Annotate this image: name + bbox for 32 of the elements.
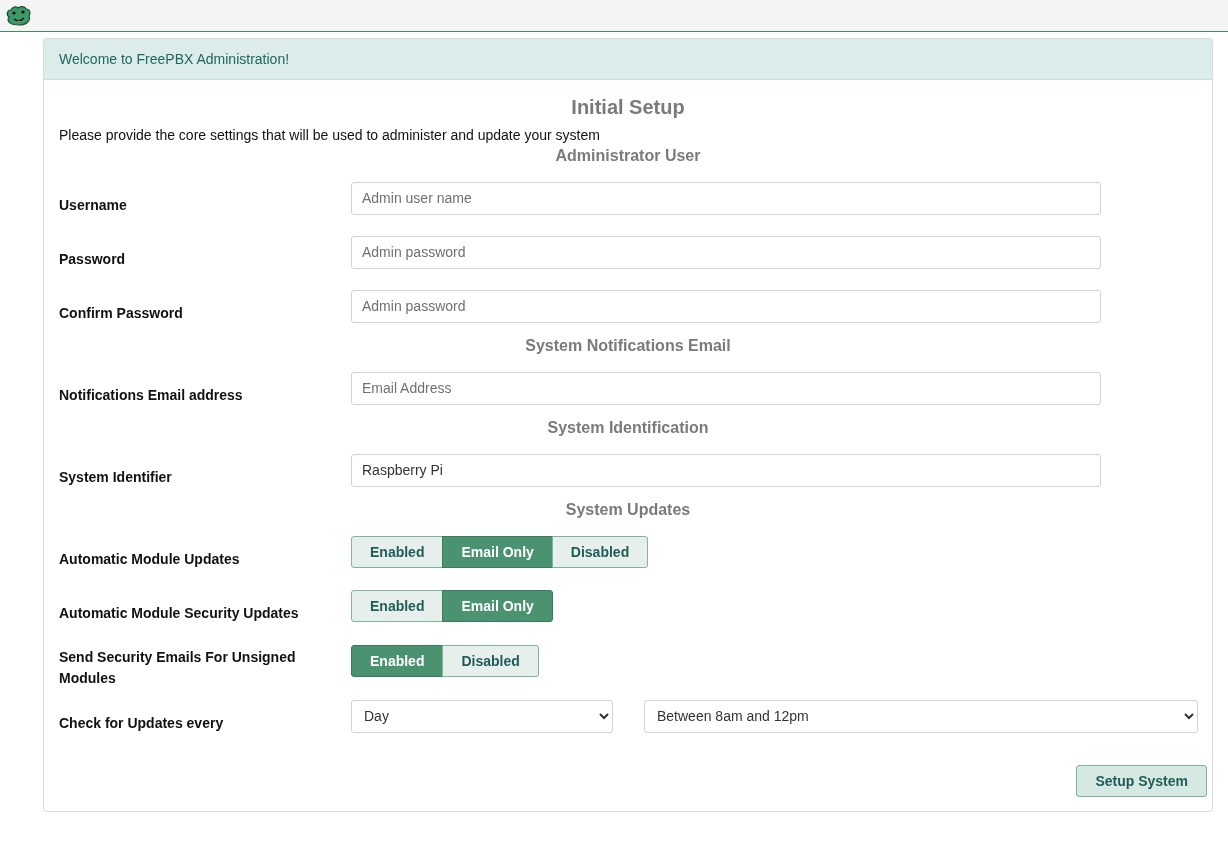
setup-system-button[interactable]: Setup System bbox=[1076, 765, 1207, 797]
field-label: System Identifier bbox=[59, 467, 173, 487]
section-heading: System Updates bbox=[564, 501, 692, 519]
field-label: Username bbox=[59, 195, 128, 215]
panel-header: Welcome to FreePBX Administration! bbox=[44, 39, 1212, 80]
input-field[interactable]: Admin password bbox=[351, 235, 1101, 269]
toggle-option[interactable]: Email Only bbox=[442, 536, 553, 568]
toggle-option[interactable]: Disabled bbox=[551, 536, 649, 568]
input-field[interactable]: Admin user name bbox=[351, 181, 1101, 215]
toggle-option[interactable]: Enabled bbox=[351, 590, 444, 622]
field-label: Automatic Module Security Updates bbox=[59, 603, 300, 623]
field-label: Send Security Emails For Unsigned Modules bbox=[59, 648, 297, 688]
toggle-option[interactable]: Enabled bbox=[351, 536, 444, 568]
field-label: Confirm Password bbox=[59, 303, 184, 323]
page-title: Initial Setup bbox=[570, 96, 686, 119]
toggle-option[interactable]: Disabled bbox=[442, 645, 539, 677]
field-label: Notifications Email address bbox=[59, 385, 244, 405]
dropdown[interactable]: Day bbox=[351, 699, 613, 733]
field-label: Password bbox=[59, 249, 127, 269]
toggle-option[interactable]: Enabled bbox=[351, 645, 444, 677]
input-field[interactable]: Admin password bbox=[351, 289, 1101, 323]
toggle-option[interactable]: Email Only bbox=[442, 590, 553, 622]
dropdown[interactable]: Between 8am and 12pm bbox=[644, 699, 1198, 733]
input-field[interactable]: Email Address bbox=[351, 371, 1101, 405]
field-label: Automatic Module Updates bbox=[59, 549, 241, 569]
frog-logo-icon bbox=[6, 4, 32, 27]
section-heading: Administrator User bbox=[554, 147, 702, 165]
input-field[interactable]: Raspberry Pi bbox=[351, 453, 1101, 487]
intro-text: Please provide the core settings that will be used to administer and update your system bbox=[59, 127, 601, 143]
section-heading: System Notifications Email bbox=[524, 337, 732, 355]
field-label: Check for Updates every bbox=[59, 713, 225, 733]
section-heading: System Identification bbox=[546, 419, 710, 437]
